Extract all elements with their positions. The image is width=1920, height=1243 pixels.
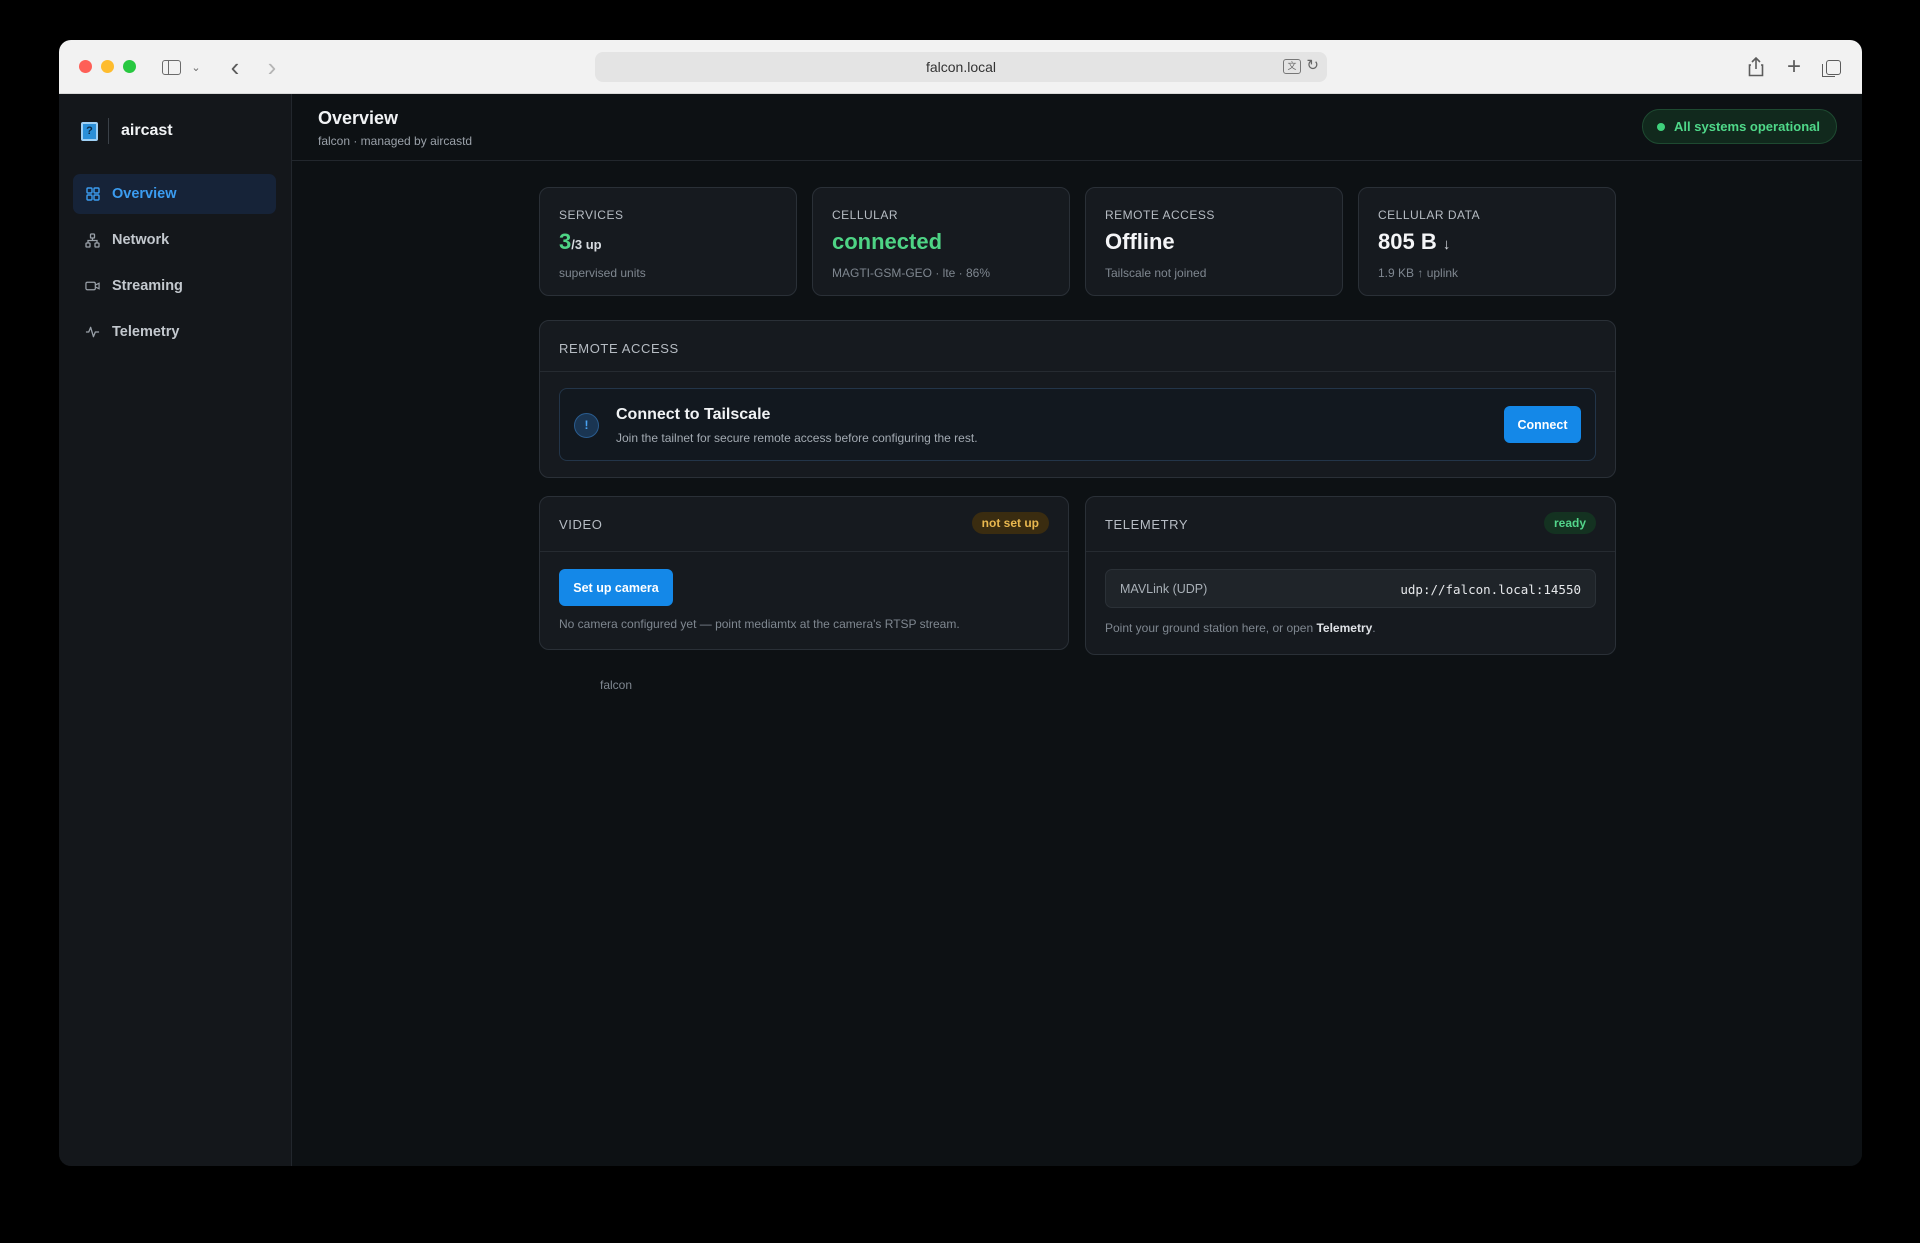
tab-overview-icon[interactable]	[1821, 54, 1844, 80]
sidebar-toggle-icon[interactable]	[159, 54, 183, 80]
sidebar: ? aircast Overview Network Streaming Tel…	[59, 94, 292, 1166]
section-heading: REMOTE ACCESS	[559, 341, 679, 356]
cellular-status: connected	[832, 229, 943, 254]
endpoint-label: MAVLink (UDP)	[1120, 582, 1208, 596]
info-icon: !	[574, 413, 599, 438]
services-count: 3	[559, 229, 572, 254]
status-badge: ready	[1543, 512, 1596, 534]
translate-icon[interactable]: 文	[1283, 59, 1301, 74]
telemetry-card: TELEMETRY ready MAVLink (UDP) udp://falc…	[1085, 496, 1616, 655]
sidebar-nav: Overview Network Streaming Telemetry	[73, 174, 276, 358]
section-divider	[540, 371, 1615, 372]
status-badge: All systems operational	[1642, 109, 1837, 144]
data-downlink: 805 B	[1378, 229, 1437, 254]
browser-window: ⌄ ‹ › falcon.local 文 ↻ + ? aircast Overv…	[59, 40, 1862, 1166]
app: ? aircast Overview Network Streaming Tel…	[59, 94, 1862, 1166]
section-heading: VIDEO	[559, 517, 603, 532]
endpoint-value[interactable]: udp://falcon.local:14550	[1400, 582, 1581, 597]
zoom-window-button[interactable]	[123, 60, 136, 73]
browser-toolbar: ⌄ ‹ › falcon.local 文 ↻ +	[59, 40, 1862, 94]
status-dot-icon	[1657, 122, 1666, 131]
chevron-down-icon[interactable]: ⌄	[189, 54, 203, 80]
setup-camera-button[interactable]: Set up camera	[559, 569, 673, 606]
video-note: No camera configured yet — point mediamt…	[559, 617, 960, 631]
forward-arrow-icon[interactable]: ›	[262, 52, 282, 82]
callout-description: Join the tailnet for secure remote acces…	[616, 431, 978, 445]
telemetry-link[interactable]: Telemetry	[1316, 621, 1372, 635]
note-suffix: .	[1372, 621, 1376, 635]
footer-text: falcon	[600, 678, 633, 692]
stat-sub: 1.9 KB ↑ uplink	[1378, 266, 1459, 280]
remote-access-section: REMOTE ACCESS ! Connect to Tailscale Joi…	[539, 320, 1616, 478]
sidebar-item-streaming[interactable]: Streaming	[73, 266, 276, 306]
network-icon	[85, 232, 100, 248]
telemetry-note: Point your ground station here, or open …	[1105, 621, 1376, 635]
brand-name: aircast	[121, 122, 173, 139]
address-bar[interactable]: falcon.local 文 ↻	[595, 52, 1327, 82]
pulse-icon	[85, 325, 100, 340]
brand-divider	[108, 118, 109, 144]
window-controls	[79, 60, 136, 73]
sidebar-item-network[interactable]: Network	[73, 220, 276, 260]
status-text: All systems operational	[1674, 119, 1820, 134]
section-divider	[540, 551, 1068, 552]
callout-title: Connect to Tailscale	[616, 406, 771, 423]
sidebar-item-label: Network	[112, 232, 170, 248]
stat-label: CELLULAR DATA	[1378, 208, 1481, 222]
stat-label: SERVICES	[559, 208, 624, 222]
services-suffix: /3 up	[571, 237, 602, 252]
logo-icon: ?	[81, 121, 98, 141]
sidebar-item-label: Streaming	[112, 278, 183, 294]
url-text[interactable]: falcon.local	[595, 59, 1327, 75]
stat-sub: supervised units	[559, 266, 646, 280]
sidebar-item-overview[interactable]: Overview	[73, 174, 276, 214]
stat-sub: Tailscale not joined	[1105, 266, 1207, 280]
brand[interactable]: ? aircast	[81, 118, 173, 144]
close-window-button[interactable]	[79, 60, 92, 73]
arrow-down-icon: ↓	[1442, 236, 1451, 253]
back-arrow-icon[interactable]: ‹	[225, 52, 245, 82]
new-tab-icon[interactable]: +	[1783, 53, 1805, 80]
stat-value: 3/3 up	[559, 229, 602, 255]
section-divider	[1086, 551, 1615, 552]
reload-icon[interactable]: ↻	[1306, 56, 1319, 74]
stat-value: connected	[832, 229, 942, 255]
minimize-window-button[interactable]	[101, 60, 114, 73]
sidebar-item-label: Overview	[112, 186, 177, 202]
stat-value: Offline	[1105, 229, 1175, 254]
grid-icon	[85, 187, 100, 202]
cellular-card: CELLULAR connected MAGTI-GSM-GEO · lte ·…	[812, 187, 1070, 296]
page-title: Overview	[318, 108, 399, 128]
sidebar-item-label: Telemetry	[112, 324, 180, 340]
stat-label: CELLULAR	[832, 208, 899, 222]
sidebar-item-telemetry[interactable]: Telemetry	[73, 312, 276, 352]
remote-access-card: REMOTE ACCESS Offline Tailscale not join…	[1085, 187, 1343, 296]
section-heading: TELEMETRY	[1105, 517, 1189, 532]
cellular-data-card: CELLULAR DATA 805 B ↓ 1.9 KB ↑ uplink	[1358, 187, 1616, 296]
stat-label: REMOTE ACCESS	[1105, 208, 1215, 222]
stat-sub: MAGTI-GSM-GEO · lte · 86%	[832, 266, 991, 280]
share-icon[interactable]	[1745, 54, 1767, 80]
page-header: Overview falcon · managed by aircastd Al…	[292, 94, 1862, 161]
video-card: VIDEO not set up Set up camera No camera…	[539, 496, 1069, 650]
services-card: SERVICES 3/3 up supervised units	[539, 187, 797, 296]
connect-button[interactable]: Connect	[1504, 406, 1581, 443]
status-badge: not set up	[971, 512, 1049, 534]
page-subtitle: falcon · managed by aircastd	[318, 134, 473, 148]
camera-icon	[85, 279, 100, 294]
tailscale-callout: ! Connect to Tailscale Join the tailnet …	[559, 388, 1596, 461]
stat-value: 805 B ↓	[1378, 229, 1450, 255]
note-text: Point your ground station here, or open	[1105, 621, 1314, 635]
mavlink-endpoint[interactable]: MAVLink (UDP) udp://falcon.local:14550	[1105, 569, 1596, 608]
